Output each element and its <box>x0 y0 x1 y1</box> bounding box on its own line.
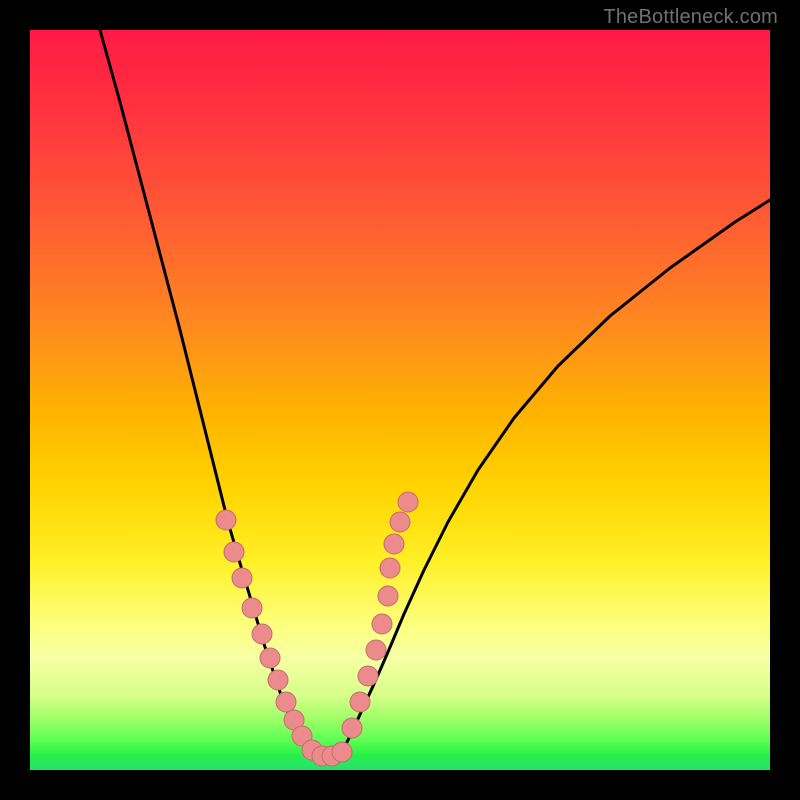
scatter-dots <box>216 492 418 766</box>
scatter-dot <box>342 718 362 738</box>
scatter-dot <box>350 692 370 712</box>
scatter-dot <box>268 670 288 690</box>
scatter-dot <box>358 666 378 686</box>
scatter-dot <box>384 534 404 554</box>
scatter-dot <box>232 568 252 588</box>
watermark-text: TheBottleneck.com <box>603 6 778 29</box>
scatter-dot <box>276 692 296 712</box>
scatter-dot <box>398 492 418 512</box>
scatter-dot <box>372 614 392 634</box>
scatter-dot <box>332 742 352 762</box>
scatter-dot <box>252 624 272 644</box>
scatter-dot <box>260 648 280 668</box>
plot-area <box>30 30 770 770</box>
scatter-dot <box>390 512 410 532</box>
scatter-dot <box>366 640 386 660</box>
scatter-dot <box>224 542 244 562</box>
curve-lines <box>100 30 770 756</box>
scatter-dot <box>378 586 398 606</box>
scatter-dot <box>242 598 262 618</box>
outer-frame: TheBottleneck.com <box>0 0 800 800</box>
scatter-dot <box>380 558 400 578</box>
chart-svg <box>30 30 770 770</box>
scatter-dot <box>216 510 236 530</box>
